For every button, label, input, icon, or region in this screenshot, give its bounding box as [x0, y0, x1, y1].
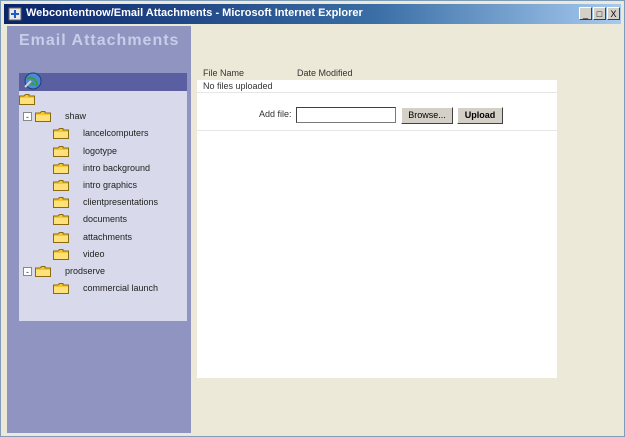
folder-icon [53, 196, 69, 208]
tree-item[interactable]: intro graphics [53, 178, 137, 192]
folder-icon [53, 145, 69, 157]
tree-item-label: documents [83, 214, 128, 224]
column-header-file-name[interactable]: File Name [203, 68, 244, 78]
tree-item[interactable]: logotype [53, 144, 117, 158]
column-header-date-modified[interactable]: Date Modified [297, 68, 353, 78]
tree-item-label: logotype [83, 146, 118, 156]
divider [197, 130, 557, 131]
tree-header [19, 71, 187, 91]
folder-icon [35, 265, 51, 277]
tree-item[interactable] [19, 92, 35, 106]
tree-item-label: intro graphics [83, 180, 138, 190]
main-area: File Name Date Modified No files uploade… [197, 26, 613, 433]
tree-item-label: clientpresentations [83, 197, 159, 207]
app-title: Email Attachments [19, 32, 180, 49]
divider [197, 92, 557, 93]
title-bar[interactable]: Webcontentnow/Email Attachments - Micros… [4, 4, 621, 24]
file-path-input[interactable] [296, 107, 396, 123]
tree-item[interactable]: commercial launch [53, 281, 158, 295]
folder-icon [53, 162, 69, 174]
window-title: Webcontentnow/Email Attachments - Micros… [26, 7, 363, 19]
file-list-panel: No files uploaded Add file: Browse... Up… [197, 80, 557, 378]
tree-item[interactable]: intro background [53, 161, 150, 175]
tree-item[interactable]: - shaw [23, 109, 86, 123]
minimize-button[interactable]: _ [579, 7, 592, 20]
collapse-icon[interactable]: - [23, 111, 32, 121]
folder-icon [53, 179, 69, 191]
close-button[interactable]: X [607, 7, 620, 20]
tree-item-label: shaw [65, 111, 87, 121]
tree-item[interactable]: clientpresentations [53, 195, 158, 209]
collapse-icon[interactable]: - [23, 266, 32, 276]
folder-tree: - shaw lancelcomputers logotype intro backgr… [19, 91, 187, 321]
tree-item-label: attachments [83, 232, 133, 242]
folder-icon [53, 231, 69, 243]
upload-button[interactable]: Upload [457, 107, 503, 124]
ie-icon [8, 7, 22, 21]
browser-window: Webcontentnow/Email Attachments - Micros… [0, 0, 625, 437]
add-file-label: Add file: [259, 109, 292, 119]
tree-item[interactable]: attachments [53, 230, 132, 244]
maximize-button[interactable]: □ [593, 7, 606, 20]
folder-icon [53, 248, 69, 260]
tree-item[interactable]: video [53, 247, 105, 261]
globe-icon[interactable] [23, 71, 43, 91]
empty-message: No files uploaded [203, 81, 273, 91]
page-content: Email Attachments - shaw lancelcomputers lo… [7, 26, 619, 433]
folder-icon [53, 127, 69, 139]
tree-item-label: commercial launch [83, 283, 159, 293]
folder-icon [53, 213, 69, 225]
browse-button[interactable]: Browse... [401, 107, 453, 124]
tree-item[interactable]: - prodserve [23, 264, 105, 278]
tree-item[interactable]: documents [53, 212, 127, 226]
tree-item-label: lancelcomputers [83, 128, 149, 138]
sidebar: Email Attachments - shaw lancelcomputers lo… [7, 26, 191, 433]
folder-icon [35, 110, 51, 122]
folder-icon [53, 282, 69, 294]
tree-item-label: video [83, 249, 105, 259]
folder-icon [19, 93, 35, 105]
tree-item-label: prodserve [65, 266, 106, 276]
tree-item[interactable]: lancelcomputers [53, 126, 149, 140]
tree-item-label: intro background [83, 163, 151, 173]
